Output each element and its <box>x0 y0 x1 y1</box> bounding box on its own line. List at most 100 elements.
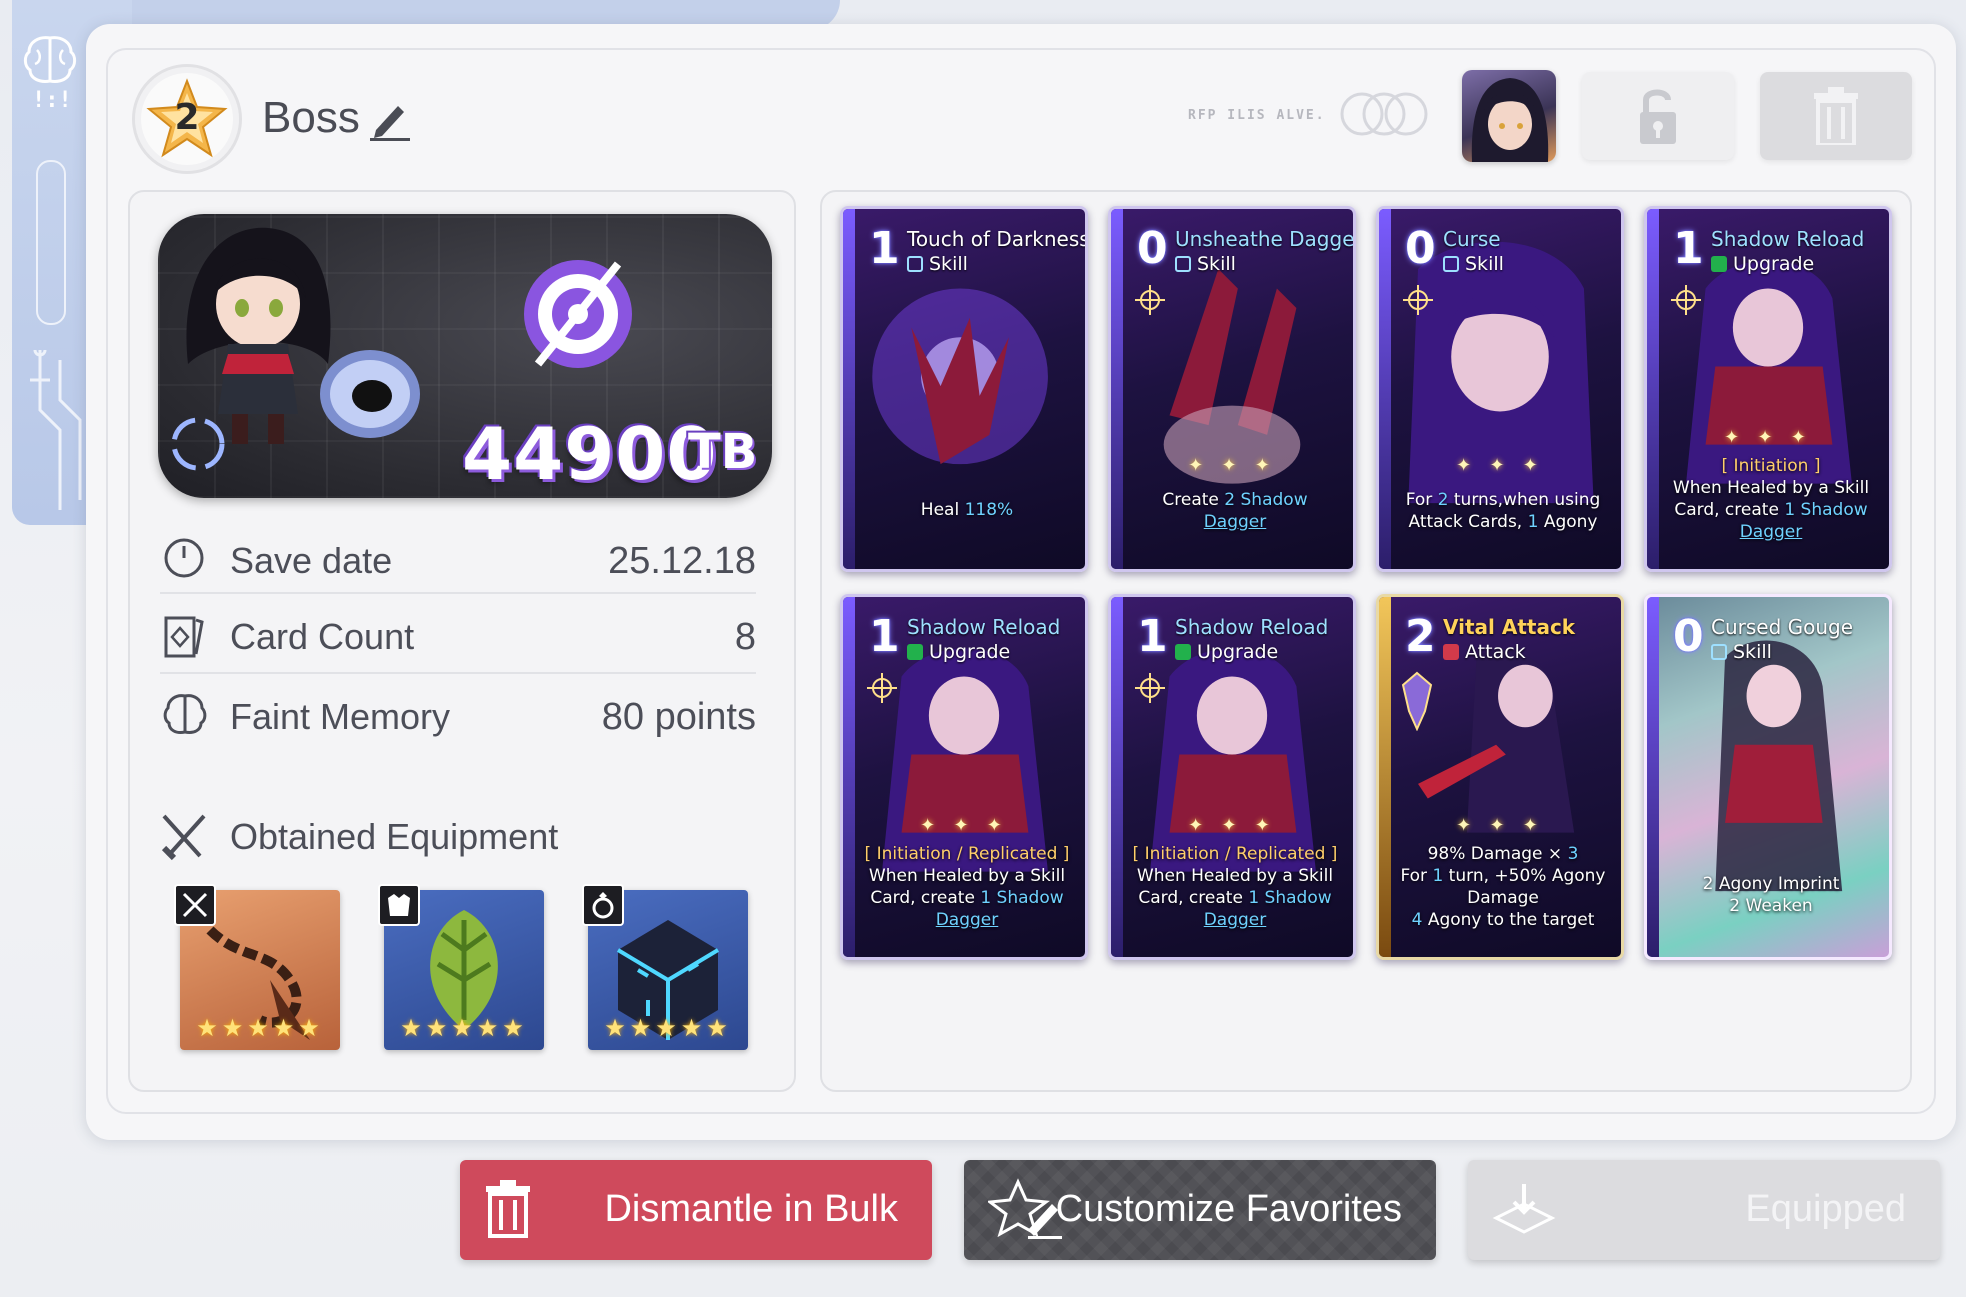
shadow-dagger-link[interactable]: Dagger <box>1204 512 1267 532</box>
divider <box>160 592 756 594</box>
desc-text: When Healed by a Skill <box>1672 478 1870 498</box>
desc-text: For <box>1400 866 1433 886</box>
brain-icon <box>163 694 207 734</box>
info-row-card-count: Card Count 8 <box>160 596 756 668</box>
card-cost: 1 <box>1673 223 1704 274</box>
crosshair-icon <box>1403 285 1433 315</box>
card-sparkle: ✦ ✦ ✦ <box>920 815 1008 836</box>
desc-highlight: 1 <box>1527 512 1539 532</box>
shadow-dagger-link[interactable]: Dagger <box>936 910 999 930</box>
info-row-save-date: Save date 25.12.18 <box>160 520 756 592</box>
info-row-faint-memory: Faint Memory 80 points <box>160 676 756 748</box>
trash-icon <box>486 1180 530 1238</box>
card-title: Touch of Darkness <box>907 227 1088 251</box>
upgrade-type-icon <box>1711 256 1727 272</box>
save-date-value: 25.12.18 <box>608 540 756 582</box>
trash-icon <box>1814 87 1858 145</box>
card-cost: 0 <box>1673 611 1704 662</box>
character-portrait-button[interactable] <box>1462 70 1556 162</box>
divider <box>160 672 756 674</box>
crossed-swords-icon <box>161 814 206 861</box>
brain-logo-icon <box>14 30 86 90</box>
card-cost: 1 <box>869 611 900 662</box>
card-sparkle: ✦ ✦ ✦ <box>1456 815 1544 836</box>
desc-text: Card, create <box>870 888 981 908</box>
card-description: Create 2 Shadow Dagger <box>1119 489 1351 533</box>
desc-text: When Healed by a Skill <box>868 866 1066 886</box>
delete-button[interactable] <box>1760 72 1912 160</box>
card-title: Unsheathe Dagger <box>1175 227 1356 251</box>
desc-text: Card, create <box>1138 888 1249 908</box>
desc-tag: [ Initiation / Replicated ] <box>864 844 1070 864</box>
card-description: Heal 118% <box>851 499 1083 521</box>
card-type: Upgrade <box>1711 253 1814 275</box>
desc-text: Card, create <box>1674 500 1785 520</box>
desc-text: Damage <box>1467 888 1539 908</box>
level-number: 2 <box>174 97 200 138</box>
crosshair-icon <box>867 673 897 703</box>
ring-slot-tag <box>582 884 624 926</box>
crosshair-icon <box>1135 285 1165 315</box>
desc-highlight: 2 <box>1224 490 1236 510</box>
weapon-icon <box>182 892 208 918</box>
rings-icon <box>1340 92 1428 136</box>
desc-text: Agony to the target <box>1422 910 1595 930</box>
customize-label: Customize Favorites <box>1055 1188 1402 1230</box>
equipment-stars: ★★★★★ <box>604 1014 732 1042</box>
side-vertical-frame <box>36 160 66 325</box>
desc-text: 98% Damage × <box>1427 844 1568 864</box>
card-cost: 0 <box>1137 223 1168 274</box>
dismantle-label: Dismantle in Bulk <box>604 1188 898 1230</box>
crosshair-icon <box>1671 285 1701 315</box>
cards-icon <box>164 616 204 658</box>
dismantle-in-bulk-button[interactable]: Dismantle in Bulk <box>460 1160 932 1260</box>
edit-pencil-icon[interactable] <box>368 100 412 142</box>
card-type-label: Skill <box>1733 641 1772 663</box>
skill-type-icon <box>1443 256 1459 272</box>
shadow-dagger-link[interactable]: Dagger <box>1204 910 1267 930</box>
equipment-stars: ★★★★★ <box>196 1014 324 1042</box>
card-type-label: Upgrade <box>929 641 1011 663</box>
card-cost: 1 <box>1137 611 1168 662</box>
card-cost: 2 <box>1405 611 1436 662</box>
card-shadow-reload-2[interactable]: 1 Shadow Reload Upgrade ✦ ✦ ✦ [ Initiati… <box>840 594 1088 960</box>
card-type: Skill <box>1175 253 1236 275</box>
card-title: Vital Attack <box>1443 615 1576 639</box>
faint-memory-value: 80 points <box>601 696 756 738</box>
card-shadow-reload[interactable]: 1 Shadow Reload Upgrade ✦ ✦ ✦ [ Initiati… <box>1644 206 1892 572</box>
armor-slot-tag <box>378 884 420 926</box>
card-curse[interactable]: 0 Curse Skill ✦ ✦ ✦ For 2 turns,when usi… <box>1376 206 1624 572</box>
desc-highlight: 2 <box>1437 490 1449 510</box>
star-edit-icon <box>988 1178 1062 1239</box>
card-type-label: Skill <box>1197 253 1236 275</box>
card-type-label: Skill <box>929 253 968 275</box>
card-vital-attack[interactable]: 2 Vital Attack Attack ✦ ✦ ✦ 98% Damage ×… <box>1376 594 1624 960</box>
card-shadow-reload-3[interactable]: 1 Shadow Reload Upgrade ✦ ✦ ✦ [ Initiati… <box>1108 594 1356 960</box>
desc-tag: [ Initiation ] <box>1721 456 1821 476</box>
card-title: Shadow Reload <box>907 615 1061 639</box>
card-touch-of-darkness[interactable]: 1 Touch of Darkness Skill Heal 118% <box>840 206 1088 572</box>
desc-highlight: Shadow <box>1795 500 1868 520</box>
card-title: Shadow Reload <box>1711 227 1865 251</box>
card-description: For 2 turns,when using Attack Cards, 1 Ag… <box>1387 489 1619 533</box>
lock-button[interactable] <box>1582 72 1734 160</box>
deck-value: 44900 <box>462 412 718 496</box>
card-type: Skill <box>907 253 968 275</box>
card-type: Skill <box>1711 641 1772 663</box>
customize-favorites-button[interactable]: Customize Favorites <box>964 1160 1436 1260</box>
skill-type-icon <box>907 256 923 272</box>
faint-memory-label: Faint Memory <box>230 696 451 737</box>
card-unsheathe-dagger[interactable]: 0 Unsheathe Dagger Skill ✦ ✦ ✦ Create 2 … <box>1108 206 1356 572</box>
card-title: Curse <box>1443 227 1501 251</box>
shadow-dagger-link[interactable]: Dagger <box>1740 522 1803 542</box>
desc-highlight: 3 <box>1567 844 1579 864</box>
desc-highlight: 118% <box>964 500 1014 520</box>
desc-text: 2 Weaken <box>1729 896 1813 916</box>
desc-text: 2 Agony Imprint <box>1702 874 1840 894</box>
card-cursed-gouge[interactable]: 0 Cursed Gouge Skill 2 Agony Imprint 2 We… <box>1644 594 1892 960</box>
card-cost: 1 <box>869 223 900 274</box>
skill-type-icon <box>1175 256 1191 272</box>
card-type-label: Upgrade <box>1733 253 1815 275</box>
card-type: Upgrade <box>907 641 1010 663</box>
equipped-button[interactable]: Equipped <box>1468 1160 1940 1260</box>
